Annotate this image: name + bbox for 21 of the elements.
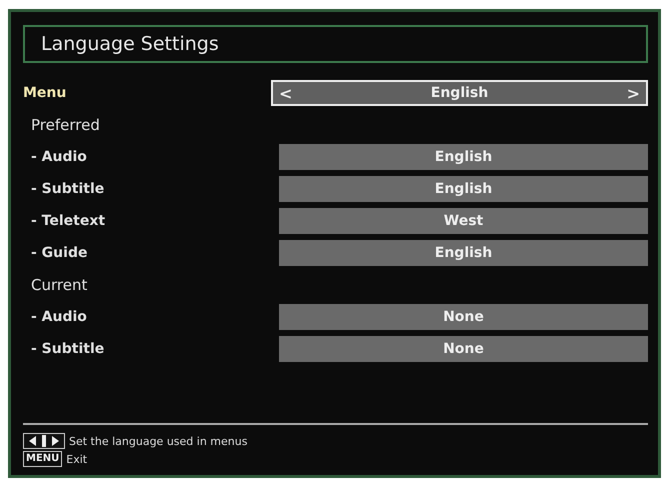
value-selector[interactable]: < English > bbox=[271, 80, 648, 106]
arrow-keys-icon bbox=[23, 433, 65, 449]
setting-label: - Audio bbox=[30, 309, 88, 325]
setting-label: - Guide bbox=[30, 245, 88, 261]
value-selector[interactable]: English bbox=[279, 176, 648, 202]
hint-text: Exit bbox=[66, 452, 88, 466]
setting-label: Menu bbox=[23, 85, 68, 101]
value-selector[interactable]: None bbox=[279, 336, 648, 362]
setting-label: - Subtitle bbox=[30, 341, 106, 357]
setting-label: - Subtitle bbox=[30, 181, 106, 197]
hint-text: Set the language used in menus bbox=[69, 434, 248, 448]
window-title: Language Settings bbox=[23, 25, 648, 63]
section-heading: Preferred bbox=[30, 116, 100, 134]
setting-label: - Audio bbox=[30, 149, 88, 165]
setting-label: - Teletext bbox=[30, 213, 106, 229]
value-selector[interactable]: West bbox=[279, 208, 648, 234]
value-selector[interactable]: None bbox=[279, 304, 648, 330]
value-selector[interactable]: English bbox=[279, 144, 648, 170]
key-label: MENU bbox=[23, 451, 62, 467]
section-heading: Current bbox=[30, 276, 88, 294]
value-selector[interactable]: English bbox=[279, 240, 648, 266]
